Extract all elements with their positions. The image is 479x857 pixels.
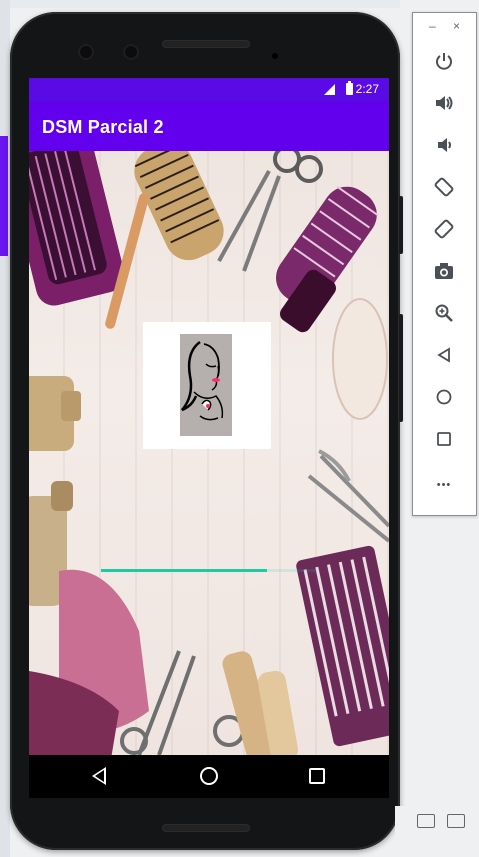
zoom-button[interactable] (430, 299, 458, 327)
logo-card (143, 322, 271, 449)
power-icon (436, 53, 452, 70)
signal-icon (324, 84, 335, 95)
navigation-bar (29, 755, 389, 798)
minimize-button[interactable]: – (429, 19, 436, 33)
paddle-brush-image (29, 151, 125, 306)
panel-icon[interactable] (447, 814, 465, 828)
emulator-toolbar: – × ••• (412, 12, 477, 516)
back-button[interactable] (430, 341, 458, 369)
front-camera-icon (78, 44, 94, 60)
loading-progress-bar (101, 569, 267, 572)
app-bar: DSM Parcial 2 (29, 102, 389, 151)
rotate-right-icon (434, 219, 454, 239)
top-speaker (162, 40, 250, 48)
host-left-strip (0, 0, 10, 857)
power-button[interactable] (430, 47, 458, 75)
spray-bottle-bottom-image (222, 651, 299, 755)
layout-icon[interactable] (417, 814, 435, 828)
host-window-top-edge (0, 0, 400, 8)
recents-square-icon[interactable] (309, 768, 325, 784)
status-time: 2:27 (355, 82, 379, 96)
phone-power-button[interactable] (399, 196, 403, 254)
screenshot-button[interactable] (430, 257, 458, 285)
round-sponge-image (332, 298, 388, 420)
salon-tools-background (29, 151, 389, 755)
overview-button[interactable] (430, 425, 458, 453)
volume-up-button[interactable] (430, 89, 458, 117)
device-screen: 2:27 DSM Parcial 2 (29, 78, 389, 798)
sensor-icon (123, 44, 139, 60)
phone-volume-rocker[interactable] (399, 314, 403, 422)
status-bar: 2:27 (29, 78, 389, 102)
zoom-icon (435, 304, 453, 322)
home-circle-icon[interactable] (200, 767, 218, 785)
rotate-right-button[interactable] (430, 215, 458, 243)
splash-content (29, 151, 389, 755)
battery-icon (346, 81, 353, 95)
more-button[interactable]: ••• (430, 471, 458, 499)
host-accent-bar (0, 136, 8, 256)
logo-background (180, 334, 232, 436)
app-title: DSM Parcial 2 (42, 117, 164, 137)
rotate-left-button[interactable] (430, 173, 458, 201)
home-button[interactable] (430, 383, 458, 411)
camera-icon (435, 263, 453, 279)
scissors-right-image (307, 449, 389, 543)
close-button[interactable]: × (453, 19, 460, 33)
volume-down-icon (438, 138, 451, 152)
volume-up-icon (436, 96, 453, 110)
home-icon (436, 389, 452, 405)
host-bottom-area (395, 806, 479, 857)
purple-comb-image (296, 545, 389, 747)
back-triangle-icon[interactable] (92, 767, 106, 785)
woman-face-logo-icon (181, 340, 224, 421)
back-icon (437, 347, 450, 363)
proximity-sensor (272, 53, 278, 59)
rotate-left-icon (434, 177, 454, 197)
overview-icon (437, 432, 451, 446)
volume-down-button[interactable] (430, 131, 458, 159)
bottom-speaker (162, 824, 250, 832)
